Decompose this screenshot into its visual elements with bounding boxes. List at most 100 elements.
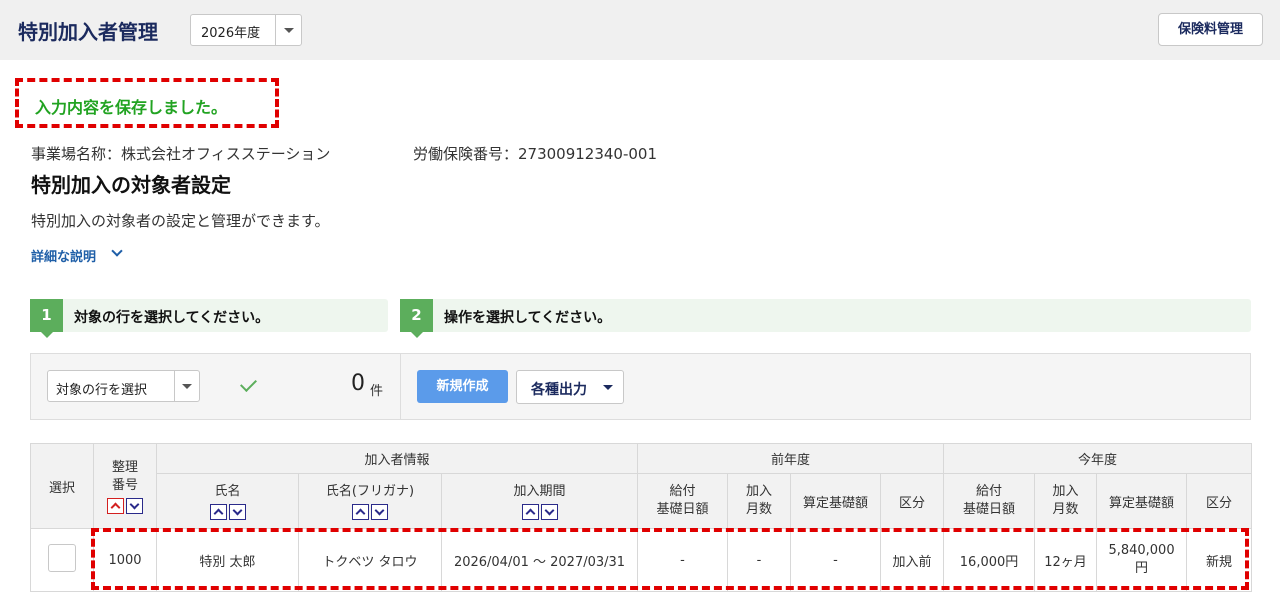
col-kana-header: 氏名(フリガナ) xyxy=(298,473,442,529)
col-name-label: 氏名 xyxy=(214,483,241,499)
row-checkbox[interactable] xyxy=(48,544,76,572)
export-menu-button[interactable]: 各種出力 xyxy=(516,370,624,404)
number-cell: 1000 xyxy=(93,528,157,592)
step-1-banner: 1 対象の行を選択してください。 xyxy=(30,299,388,338)
step-pointer-icon xyxy=(41,332,53,338)
arrow-up-icon xyxy=(110,502,121,512)
col-prev-category-header: 区分 xyxy=(880,473,945,529)
app-title: 特別加入者管理 xyxy=(18,20,158,44)
fiscal-year-select[interactable]: 2026年度 xyxy=(190,14,302,46)
table-row[interactable]: 1000 特別 太郎 トクベツ タロウ 2026/04/01 ～ 2027/03… xyxy=(30,528,1253,592)
col-prev-calc-header: 算定基礎額 xyxy=(790,473,882,529)
col-prev-months-label-2: 月数 xyxy=(746,502,773,517)
kana-cell: トクベツ タロウ xyxy=(298,528,442,592)
step-pointer-icon xyxy=(411,332,423,338)
sort-asc-button[interactable] xyxy=(352,503,369,520)
caret-down-icon xyxy=(284,28,294,33)
cur-category-cell: 新規 xyxy=(1186,528,1253,592)
prev-months-cell: - xyxy=(727,528,792,592)
col-prev-daily-label-2: 基礎日額 xyxy=(656,502,709,517)
cur-daily-cell: 16,000円 xyxy=(943,528,1036,592)
group-this-year-header: 今年度 xyxy=(943,443,1253,474)
prev-calc-cell: - xyxy=(790,528,882,592)
col-cur-calc-header: 算定基礎額 xyxy=(1096,473,1188,529)
sort-desc-button[interactable] xyxy=(371,503,388,520)
col-name-header: 氏名 xyxy=(156,473,299,529)
col-cur-months-label-1: 加入 xyxy=(1052,484,1079,499)
col-period-label: 加入期間 xyxy=(513,483,566,499)
col-prev-months-label-1: 加入 xyxy=(746,484,773,499)
cur-calc-unit: 円 xyxy=(1135,561,1149,576)
page-title: 特別加入の対象者設定 xyxy=(31,173,231,197)
col-number-label-2: 番号 xyxy=(111,477,138,493)
arrow-up-icon xyxy=(355,508,366,518)
select-cell xyxy=(30,528,94,592)
detail-explanation-link[interactable]: 詳細な説明 xyxy=(31,246,96,265)
caret-down-icon xyxy=(603,385,613,390)
name-cell: 特別 太郎 xyxy=(156,528,299,592)
step-number-2: 2 xyxy=(400,299,433,332)
col-cur-daily-label-1: 給付 xyxy=(976,484,1003,499)
subscriber-table: 選択 整理番号 加入者情報 前年度 今年度 氏名 氏名(フリガナ) 加入期間 給… xyxy=(30,443,1253,592)
selected-count: 0 xyxy=(351,371,365,396)
arrow-down-icon xyxy=(374,505,385,515)
saved-notice: 入力内容を保存しました。 xyxy=(15,78,279,128)
col-number-header: 整理 番号 xyxy=(93,443,157,529)
chevron-down-icon[interactable] xyxy=(111,245,123,257)
step-2-text: 操作を選択してください。 xyxy=(444,310,612,326)
premium-management-button[interactable]: 保険料管理 xyxy=(1158,13,1263,46)
step-number-1: 1 xyxy=(30,299,63,332)
top-bar: 特別加入者管理 2026年度 保険料管理 xyxy=(0,0,1280,60)
prev-daily-cell: - xyxy=(637,528,729,592)
col-prev-daily-label-1: 給付 xyxy=(669,484,696,499)
col-prev-calc-label: 算定基礎額 xyxy=(803,495,869,511)
col-cur-months-header: 加入 月数 xyxy=(1034,473,1098,529)
cur-calc-cell: 5,840,000 円 xyxy=(1096,528,1188,592)
selected-count-unit: 件 xyxy=(370,384,384,399)
new-create-button[interactable]: 新規作成 xyxy=(417,370,508,403)
row-selection-select[interactable]: 対象の行を選択 xyxy=(47,370,200,402)
col-number-label-1: 整理 xyxy=(111,459,138,475)
group-this-year-label: 今年度 xyxy=(1078,453,1118,468)
prev-category-cell: 加入前 xyxy=(880,528,945,592)
col-cur-category-header: 区分 xyxy=(1186,473,1253,529)
fiscal-year-dropdown-toggle[interactable] xyxy=(275,15,301,45)
arrow-down-icon xyxy=(129,499,140,509)
row-selection-value: 対象の行を選択 xyxy=(56,383,148,398)
col-select-header: 選択 xyxy=(30,443,94,529)
col-kana-label: 氏名(フリガナ) xyxy=(325,483,415,499)
arrow-up-icon xyxy=(525,508,535,518)
group-subscriber-header: 加入者情報 xyxy=(155,443,639,474)
group-subscriber-label: 加入者情報 xyxy=(364,453,430,468)
sort-asc-button[interactable] xyxy=(107,497,124,514)
labor-insurance-number: 労働保険番号：27300912340-001 xyxy=(413,145,658,163)
col-select-label: 選択 xyxy=(48,480,75,496)
office-name: 事業場名称：株式会社オフィスステーション xyxy=(31,145,331,163)
col-cur-calc-label: 算定基礎額 xyxy=(1109,495,1175,511)
period-cell: 2026/04/01 ～ 2027/03/31 xyxy=(440,528,639,592)
panel-divider xyxy=(400,354,401,419)
arrow-down-icon xyxy=(544,505,554,515)
row-selection-dropdown-toggle[interactable] xyxy=(174,371,199,401)
sort-desc-button[interactable] xyxy=(228,503,246,520)
step-1-text: 対象の行を選択してください。 xyxy=(74,310,270,326)
step-2-banner: 2 操作を選択してください。 xyxy=(400,299,1251,338)
fiscal-year-value: 2026年度 xyxy=(201,26,261,41)
group-prev-year-label: 前年度 xyxy=(771,453,811,468)
col-cur-category-label: 区分 xyxy=(1206,495,1233,511)
cur-calc-value: 5,840,000 xyxy=(1108,543,1175,558)
col-cur-daily-header: 給付 基礎日額 xyxy=(943,473,1036,529)
page-description: 特別加入の対象者の設定と管理ができます。 xyxy=(31,212,330,230)
cur-months-cell: 12ヶ月 xyxy=(1034,528,1098,592)
check-icon xyxy=(240,375,257,392)
arrow-up-icon xyxy=(213,508,223,518)
sort-desc-button[interactable] xyxy=(126,497,143,514)
export-menu-label: 各種出力 xyxy=(531,382,587,398)
action-panel: 対象の行を選択 0 件 新規作成 各種出力 xyxy=(30,353,1251,420)
sort-asc-button[interactable] xyxy=(521,503,539,520)
col-period-header: 加入期間 xyxy=(440,473,639,529)
sort-desc-button[interactable] xyxy=(540,503,558,520)
sort-asc-button[interactable] xyxy=(209,503,227,520)
col-prev-category-label: 区分 xyxy=(899,495,926,511)
group-prev-year-header: 前年度 xyxy=(637,443,945,474)
